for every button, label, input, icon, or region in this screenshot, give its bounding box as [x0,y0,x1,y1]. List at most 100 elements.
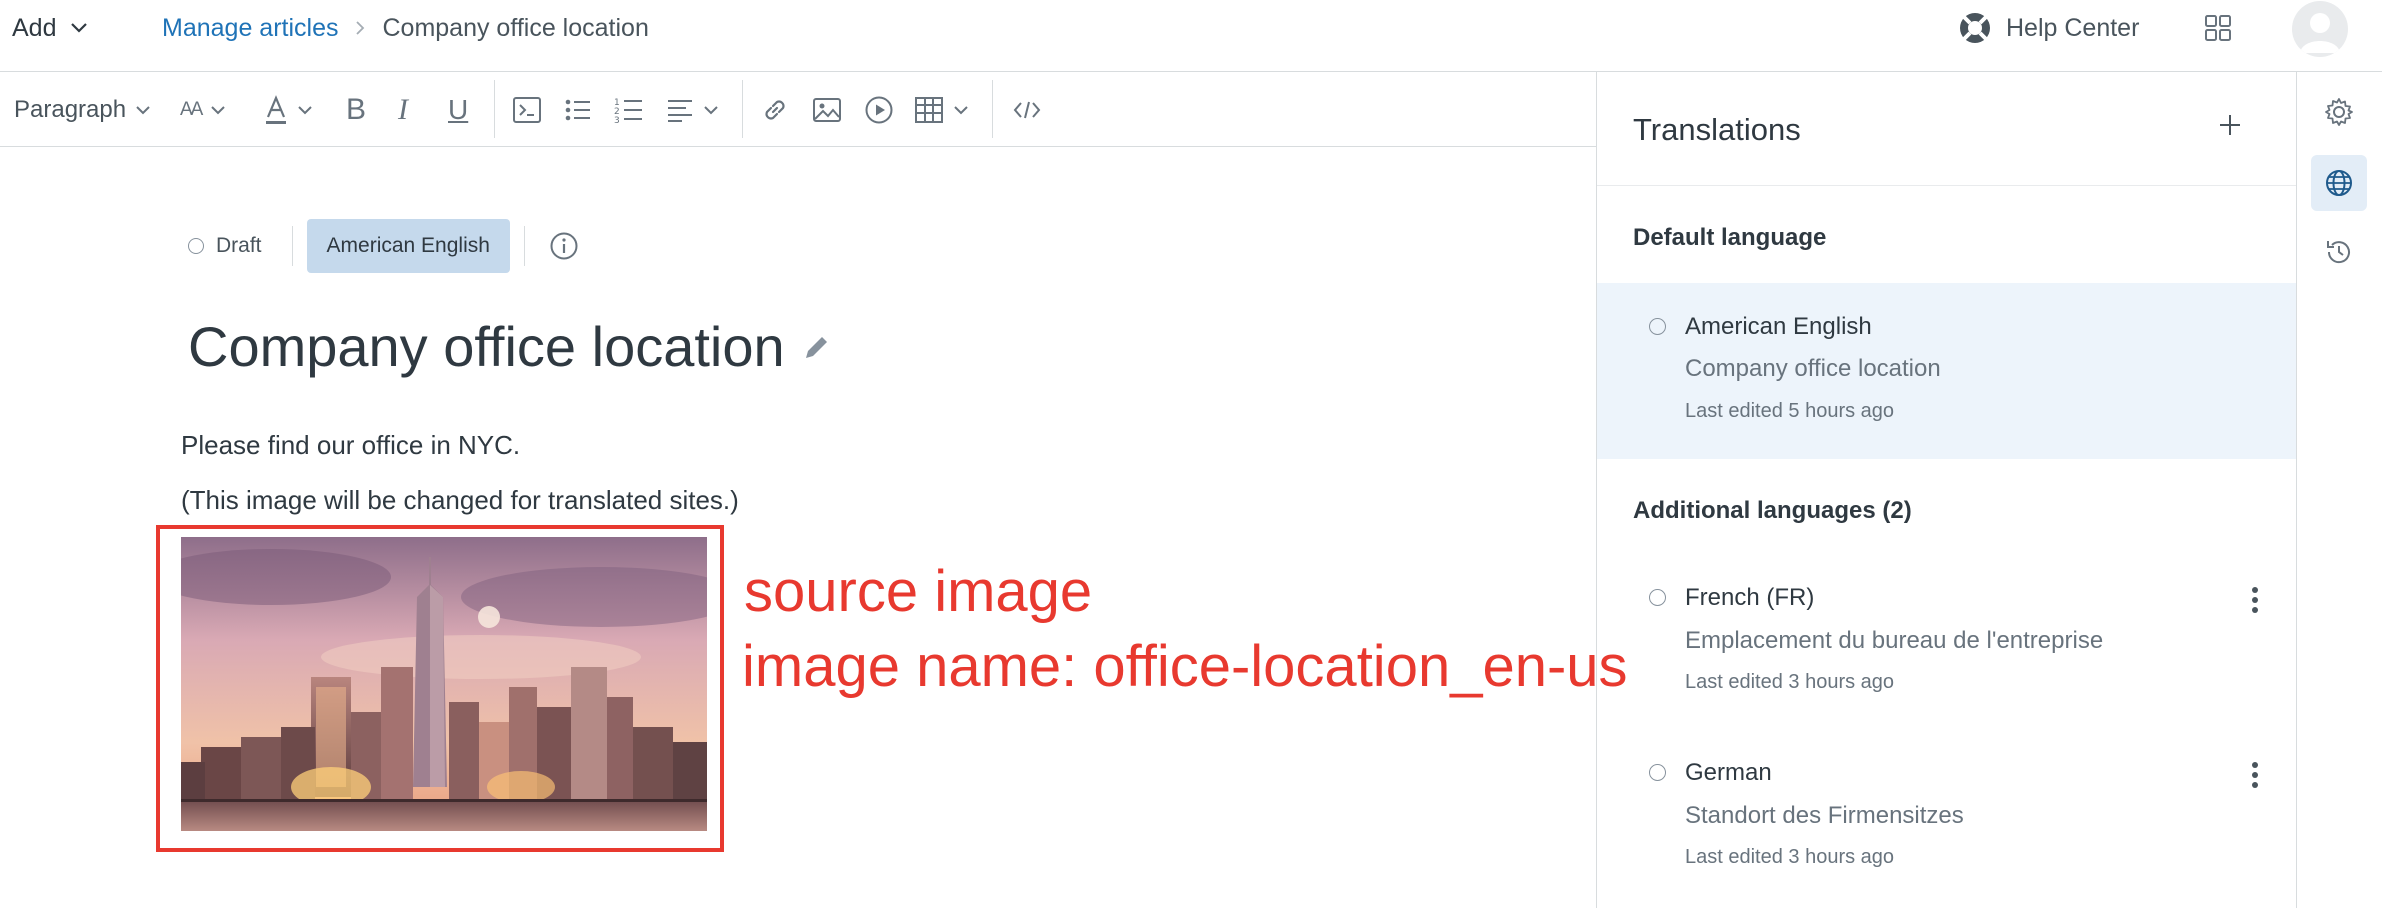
status-divider [291,226,293,266]
article-title-text: Company office location [188,315,785,378]
translation-last-edited: Last edited 5 hours ago [1685,400,1895,422]
translation-status-indicator [1649,589,1666,606]
chevron-down-icon [298,106,312,115]
breadcrumb-separator-icon [356,21,365,35]
help-center-label: Help Center [2006,13,2140,42]
numbered-list-icon: 123 [614,98,642,124]
bold-icon: B [346,93,367,126]
toolbar-divider [992,80,993,138]
translation-item-german[interactable]: German Standort des Firmensitzes Last ed… [1597,747,2297,907]
additional-languages-heading: Additional languages (2) [1633,497,1912,524]
editor-toolbar: Paragraph AA B I U 123 [0,72,1596,147]
text-color-icon [266,95,286,124]
breadcrumb: Manage articles Company office location [162,10,649,46]
default-language-heading: Default language [1633,224,1827,251]
translation-item-american-english[interactable]: American English Company office location… [1597,283,2297,459]
add-label: Add [12,13,57,42]
translation-last-edited: Last edited 3 hours ago [1685,671,1895,693]
history-icon [2327,241,2350,264]
code-block-icon [513,97,541,123]
translations-title: Translations [1633,112,1801,147]
play-circle-icon [865,96,893,124]
status-divider [523,226,525,266]
more-options-icon[interactable] [2251,761,2259,789]
translation-language: French (FR) [1685,584,1815,611]
history-button[interactable] [2311,224,2367,280]
translation-language: American English [1685,313,1872,340]
chevron-down-icon [71,23,88,33]
add-menu-button[interactable]: Add [12,10,88,46]
right-rail [2296,72,2382,908]
translation-title: Company office location [1685,355,1941,382]
translations-panel: Translations Default language American E… [1596,72,2297,908]
source-code-button[interactable] [1012,90,1042,130]
insert-image-button[interactable] [812,90,842,130]
skyline-illustration [181,537,707,831]
settings-button[interactable] [2311,84,2367,140]
paragraph-label: Paragraph [14,96,127,123]
info-icon[interactable] [549,231,579,261]
user-avatar[interactable] [2292,1,2348,57]
insert-media-button[interactable] [864,90,894,130]
table-icon [915,97,943,123]
translation-last-edited: Last edited 3 hours ago [1685,846,1895,868]
source-code-icon [1013,101,1041,119]
chevron-down-icon [954,106,968,115]
translation-item-french[interactable]: French (FR) Emplacement du bureau de l'e… [1597,572,2297,742]
text-color-dropdown[interactable] [264,90,312,130]
align-left-icon [668,100,692,122]
link-icon [765,100,785,120]
image-icon [813,98,841,122]
translation-title: Emplacement du bureau de l'entreprise [1685,627,2104,654]
toolbar-divider [742,80,743,138]
numbered-list-button[interactable]: 123 [614,90,644,130]
annotation-source-image: source image [744,559,1093,624]
language-pill[interactable]: American English [306,219,510,273]
help-center-link[interactable]: Help Center [1958,10,2139,46]
translation-status-indicator [1649,764,1666,781]
lifebuoy-icon [1960,13,1990,43]
bold-button[interactable]: B [346,90,366,130]
office-skyline-image[interactable] [181,537,707,831]
article-status-row: Draft American English [188,218,579,274]
translation-language: German [1685,759,1772,786]
grid-icon[interactable] [2204,14,2232,42]
chevron-down-icon [136,106,150,115]
panel-divider [1597,185,2297,186]
translation-status-indicator [1649,318,1666,335]
paragraph-style-dropdown[interactable]: Paragraph [14,90,150,130]
translation-title: Standort des Firmensitzes [1685,802,1964,829]
chevron-down-icon [211,106,226,115]
insert-table-dropdown[interactable] [914,90,968,130]
draft-status[interactable]: Draft [188,234,262,258]
annotation-image-name: image name: office-location_en-us [742,634,1628,699]
top-bar: Add Manage articles Company office locat… [0,0,2382,72]
font-size-dropdown[interactable]: AA [180,90,226,130]
svg-text:3: 3 [614,116,620,124]
add-translation-icon[interactable] [2217,112,2243,138]
italic-icon: I [398,93,408,126]
alignment-dropdown[interactable] [666,90,718,130]
article-title[interactable]: Company office location [188,314,833,379]
gear-icon [2325,98,2353,126]
translations-button[interactable] [2311,155,2367,211]
pencil-icon[interactable] [801,331,833,363]
more-options-icon[interactable] [2251,586,2259,614]
user-icon [2300,13,2340,53]
article-paragraph[interactable]: (This image will be changed for translat… [181,485,739,516]
chevron-down-icon [704,106,718,115]
underline-button[interactable]: U [448,90,468,130]
draft-label: Draft [216,234,262,257]
bulleted-list-button[interactable] [564,90,592,130]
italic-button[interactable]: I [398,90,408,130]
link-button[interactable] [760,90,790,130]
breadcrumb-current: Company office location [382,13,649,42]
bulleted-list-icon [565,99,590,121]
article-paragraph[interactable]: Please find our office in NYC. [181,430,520,461]
font-size-icon: AA [180,99,203,120]
code-block-button[interactable] [512,90,542,130]
breadcrumb-manage-articles[interactable]: Manage articles [162,14,338,43]
underline-icon: U [448,94,469,125]
toolbar-divider [494,80,495,138]
draft-status-indicator [188,238,204,254]
